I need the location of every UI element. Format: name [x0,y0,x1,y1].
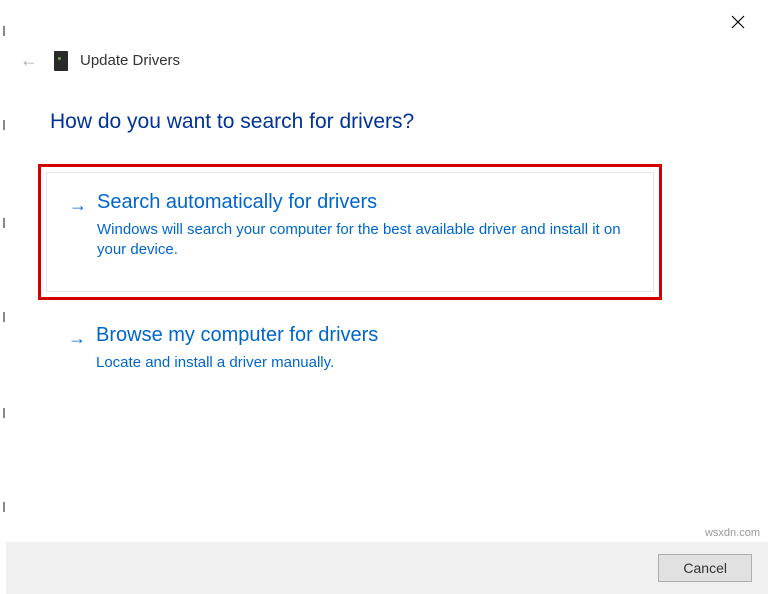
close-button[interactable] [728,12,748,32]
arrow-right-icon: → [69,191,85,267]
option-description: Windows will search your computer for th… [97,220,633,261]
arrow-right-icon: → [68,324,84,373]
update-drivers-dialog: ← Update Drivers How do you want to sear… [0,0,768,594]
dialog-footer: Cancel [6,542,768,594]
browse-computer-option[interactable]: → Browse my computer for drivers Locate … [38,318,662,385]
dialog-header: ← Update Drivers [20,50,180,71]
crop-marks [3,0,6,594]
close-icon [731,15,745,29]
option-text: Search automatically for drivers Windows… [97,191,633,267]
option-title: Browse my computer for drivers [96,324,642,347]
highlighted-option-frame: → Search automatically for drivers Windo… [38,164,662,300]
option-text: Browse my computer for drivers Locate an… [96,324,642,373]
search-automatically-option[interactable]: → Search automatically for drivers Windo… [46,172,654,292]
question-heading: How do you want to search for drivers? [50,110,414,134]
option-description: Locate and install a driver manually. [96,353,642,373]
watermark-text: wsxdn.com [705,527,760,539]
options-container: → Search automatically for drivers Windo… [38,164,662,385]
device-icon [54,51,68,71]
back-arrow-icon[interactable]: ← [20,50,42,71]
dialog-title: Update Drivers [80,52,180,69]
cancel-button[interactable]: Cancel [658,554,752,582]
option-title: Search automatically for drivers [97,191,633,214]
